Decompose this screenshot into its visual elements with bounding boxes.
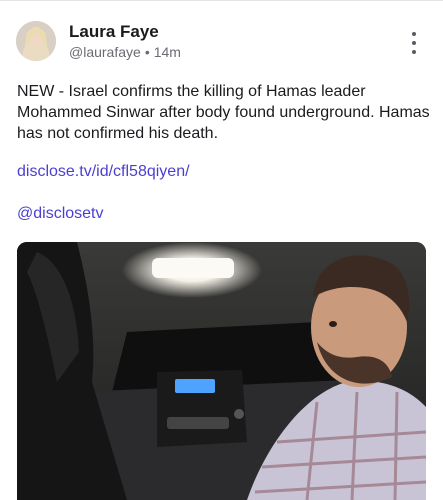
kebab-dot [412,32,416,36]
author-handle[interactable]: @laurafaye [69,44,141,60]
kebab-dot [412,41,416,45]
avatar[interactable] [16,21,56,61]
author-name[interactable]: Laura Faye [69,22,159,42]
kebab-dot [412,50,416,54]
post-link[interactable]: disclose.tv/id/cfl58qiyen/ [17,163,190,181]
post-text: NEW - Israel confirms the killing of Ham… [17,83,430,142]
post-time[interactable]: 14m [154,44,181,60]
media-thumbnail[interactable] [17,242,426,500]
author-meta: @laurafaye • 14m [69,44,181,60]
post-card: Laura Faye @laurafaye • 14m NEW - Israel c… [0,0,443,500]
more-options-icon[interactable] [400,32,428,54]
mention-link[interactable]: @disclosetv [17,205,104,223]
meta-separator: • [144,44,150,60]
